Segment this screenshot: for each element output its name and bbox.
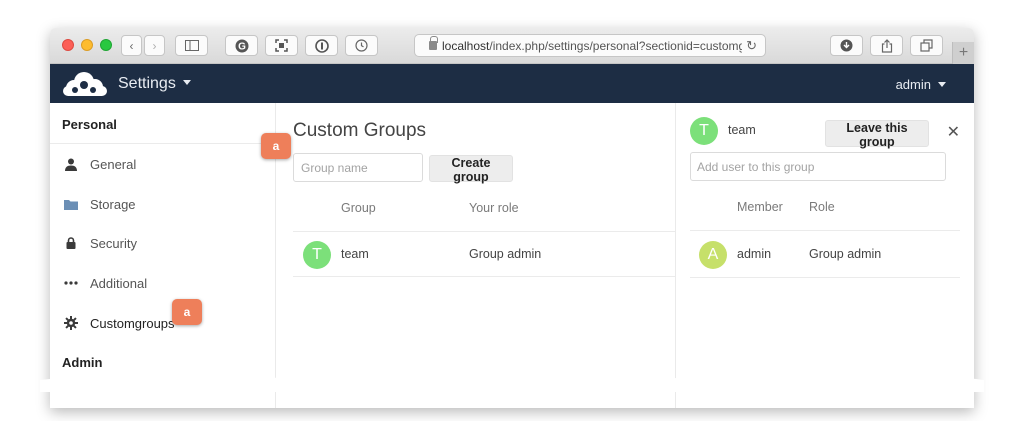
plus-icon: +	[958, 44, 969, 61]
tab-overview-button[interactable]	[910, 35, 943, 56]
torn-edge-decoration	[40, 377, 984, 392]
minimize-window-button[interactable]	[81, 39, 93, 51]
sidebar-item-label: Security	[90, 235, 137, 251]
url-host: localhost	[442, 38, 490, 53]
cloud-logo-icon	[63, 72, 107, 96]
group-details-panel: T team Leave this group ✕ Member Role A …	[675, 103, 974, 408]
share-button[interactable]	[870, 35, 903, 56]
group-name-input[interactable]	[293, 153, 423, 182]
caret-down-icon	[938, 82, 946, 88]
lock-icon	[429, 36, 438, 50]
zoom-window-button[interactable]	[100, 39, 112, 51]
member-role-cell: Group admin	[809, 247, 882, 261]
sidebar-item-additional[interactable]: Additional	[50, 265, 276, 301]
grammarly-extension-button[interactable]: G	[225, 35, 258, 56]
caret-down-icon	[182, 80, 191, 86]
member-avatar: A	[699, 241, 727, 269]
history-extension-button[interactable]	[345, 35, 378, 56]
svg-text:G: G	[238, 41, 246, 52]
tabs-icon	[920, 39, 933, 52]
close-window-button[interactable]	[62, 39, 74, 51]
download-icon	[840, 39, 853, 52]
sidebar-divider	[50, 143, 276, 144]
forward-button[interactable]: ›	[144, 35, 165, 56]
share-icon	[881, 38, 892, 53]
user-name: admin	[895, 77, 931, 92]
user-menu-button[interactable]: admin	[896, 77, 946, 92]
member-name-cell: admin	[737, 247, 772, 261]
grammarly-icon: G	[235, 39, 248, 52]
folder-icon	[63, 196, 79, 212]
group-avatar: T	[690, 117, 718, 145]
clock-icon	[355, 39, 368, 52]
chevron-right-icon: ›	[152, 38, 157, 53]
chevron-left-icon: ‹	[129, 38, 134, 53]
sidebar-item-storage[interactable]: Storage	[50, 186, 276, 222]
browser-window: ‹ › G localhost/index.php/settings/perso…	[50, 28, 974, 408]
panel-group-name: team	[728, 123, 756, 137]
leave-group-button[interactable]: Leave this group	[825, 120, 929, 149]
sidebar-toggle-button[interactable]	[175, 35, 208, 56]
lock-icon	[63, 235, 79, 251]
role-cell: Group admin	[469, 247, 542, 261]
column-header-group: Group	[341, 201, 376, 215]
sidebar-item-customgroups[interactable]: Customgroups	[50, 305, 276, 341]
sidebar-item-general[interactable]: General	[50, 146, 276, 182]
reload-icon[interactable]: ↻	[742, 38, 757, 54]
screenshot-extension-button[interactable]	[265, 35, 298, 56]
app-header: Settings admin	[50, 64, 974, 103]
settings-sidebar: Personal General Storage Security Additi…	[50, 103, 276, 408]
sidebar-item-label: Storage	[90, 196, 136, 212]
group-avatar: T	[303, 241, 331, 269]
more-icon	[63, 275, 79, 291]
app-title: Settings	[118, 75, 176, 92]
custom-groups-section: Custom Groups Create group Group Your ro…	[277, 103, 675, 408]
downloads-button[interactable]	[830, 35, 863, 56]
user-icon	[63, 156, 79, 172]
column-header-role: Role	[809, 200, 835, 214]
annotation-badge: a	[261, 133, 291, 159]
address-bar[interactable]: localhost/index.php/settings/personal?se…	[414, 34, 766, 57]
url-path: /index.php/settings/personal?sectionid=c…	[489, 38, 756, 53]
group-name-cell: team	[341, 247, 369, 261]
app-menu-button[interactable]: Settings	[118, 75, 191, 93]
add-user-input[interactable]	[690, 152, 946, 181]
sidebar-item-label: General	[90, 156, 137, 172]
browser-toolbar: ‹ › G localhost/index.php/settings/perso…	[50, 28, 974, 64]
personal-heading: Personal	[62, 117, 117, 132]
new-tab-button[interactable]: +	[952, 42, 974, 64]
sidebar-item-security[interactable]: Security	[50, 225, 276, 261]
column-header-role: Your role	[469, 201, 519, 215]
sidebar-item-label: Customgroups	[90, 315, 175, 331]
member-row[interactable]: A admin Group admin	[690, 230, 960, 278]
back-button[interactable]: ‹	[121, 35, 142, 56]
sidebar-icon	[184, 40, 199, 51]
close-icon[interactable]: ✕	[947, 122, 960, 142]
annotation-badge: a	[172, 299, 202, 325]
crop-icon	[275, 39, 288, 52]
page-title: Custom Groups	[293, 120, 427, 141]
owncloud-logo[interactable]	[60, 70, 108, 103]
admin-heading: Admin	[62, 355, 103, 370]
onepassword-icon	[314, 38, 329, 53]
sidebar-item-label: Additional	[90, 275, 148, 291]
create-group-button[interactable]: Create group	[429, 155, 513, 184]
password-manager-button[interactable]	[305, 35, 338, 56]
table-row[interactable]: T team Group admin	[293, 231, 675, 277]
gear-icon	[63, 315, 79, 331]
column-header-member: Member	[737, 200, 783, 214]
